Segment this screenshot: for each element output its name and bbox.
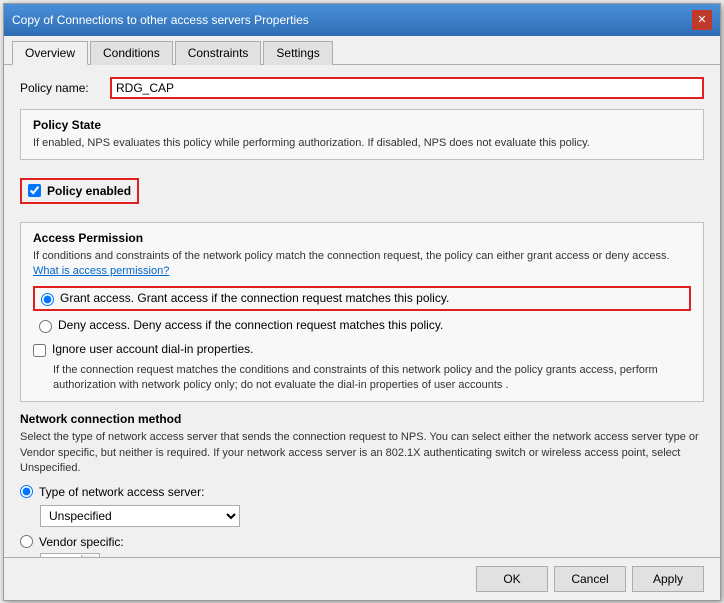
policy-name-input[interactable] xyxy=(110,77,704,99)
main-content: Policy name: Policy State If enabled, NP… xyxy=(4,65,720,557)
vendor-specific-row: Vendor specific: xyxy=(20,535,704,549)
tab-overview[interactable]: Overview xyxy=(12,41,88,65)
network-connection-title: Network connection method xyxy=(20,412,704,426)
grant-access-label: Grant access. Grant access if the connec… xyxy=(60,291,449,305)
tab-constraints[interactable]: Constraints xyxy=(175,41,262,65)
policy-enabled-checkbox[interactable] xyxy=(28,184,41,197)
access-permission-title: Access Permission xyxy=(33,231,691,245)
access-permission-link[interactable]: What is access permission? xyxy=(33,265,169,277)
policy-state-section: Policy State If enabled, NPS evaluates t… xyxy=(20,109,704,160)
deny-access-row: Deny access. Deny access if the connecti… xyxy=(33,315,691,336)
network-connection-desc: Select the type of network access server… xyxy=(20,430,704,476)
radio-group: Grant access. Grant access if the connec… xyxy=(33,286,691,336)
network-connection-section: Network connection method Select the typ… xyxy=(20,412,704,556)
policy-state-title: Policy State xyxy=(33,118,691,132)
tab-conditions[interactable]: Conditions xyxy=(90,41,173,65)
policy-name-label: Policy name: xyxy=(20,81,110,95)
ignore-dialin-desc: If the connection request matches the co… xyxy=(53,363,691,394)
apply-button[interactable]: Apply xyxy=(632,566,704,592)
deny-access-label: Deny access. Deny access if the connecti… xyxy=(58,318,443,332)
dialog: Copy of Connections to other access serv… xyxy=(3,3,721,601)
type-dropdown-row: Unspecified Remote Desktop Gateway 802.1… xyxy=(40,505,704,527)
ignore-dialin-row: Ignore user account dial-in properties. xyxy=(33,342,691,357)
tab-strip: Overview Conditions Constraints Settings xyxy=(4,36,720,65)
policy-enabled-text: Policy enabled xyxy=(47,184,131,198)
vendor-specific-label: Vendor specific: xyxy=(39,535,124,549)
tab-settings[interactable]: Settings xyxy=(263,41,332,65)
grant-access-row: Grant access. Grant access if the connec… xyxy=(33,286,691,311)
policy-enabled-label[interactable]: Policy enabled xyxy=(20,178,139,204)
dialog-footer: OK Cancel Apply xyxy=(4,557,720,600)
type-server-label: Type of network access server: xyxy=(39,485,204,499)
policy-state-desc: If enabled, NPS evaluates this policy wh… xyxy=(33,136,691,151)
grant-access-radio[interactable] xyxy=(41,293,54,306)
close-button[interactable]: ✕ xyxy=(692,10,712,30)
dialog-title: Copy of Connections to other access serv… xyxy=(12,13,309,27)
policy-name-row: Policy name: xyxy=(20,77,704,99)
title-bar: Copy of Connections to other access serv… xyxy=(4,4,720,36)
type-server-radio[interactable] xyxy=(20,485,33,498)
ignore-dialin-checkbox[interactable] xyxy=(33,344,46,357)
vendor-specific-radio[interactable] xyxy=(20,535,33,548)
type-server-row: Type of network access server: xyxy=(20,485,704,499)
access-permission-section: Access Permission If conditions and cons… xyxy=(20,222,704,403)
deny-access-radio[interactable] xyxy=(39,320,52,333)
ok-button[interactable]: OK xyxy=(476,566,548,592)
type-dropdown[interactable]: Unspecified Remote Desktop Gateway 802.1… xyxy=(40,505,240,527)
access-permission-desc: If conditions and constraints of the net… xyxy=(33,249,691,280)
ignore-dialin-label: Ignore user account dial-in properties. xyxy=(52,342,253,356)
cancel-button[interactable]: Cancel xyxy=(554,566,626,592)
